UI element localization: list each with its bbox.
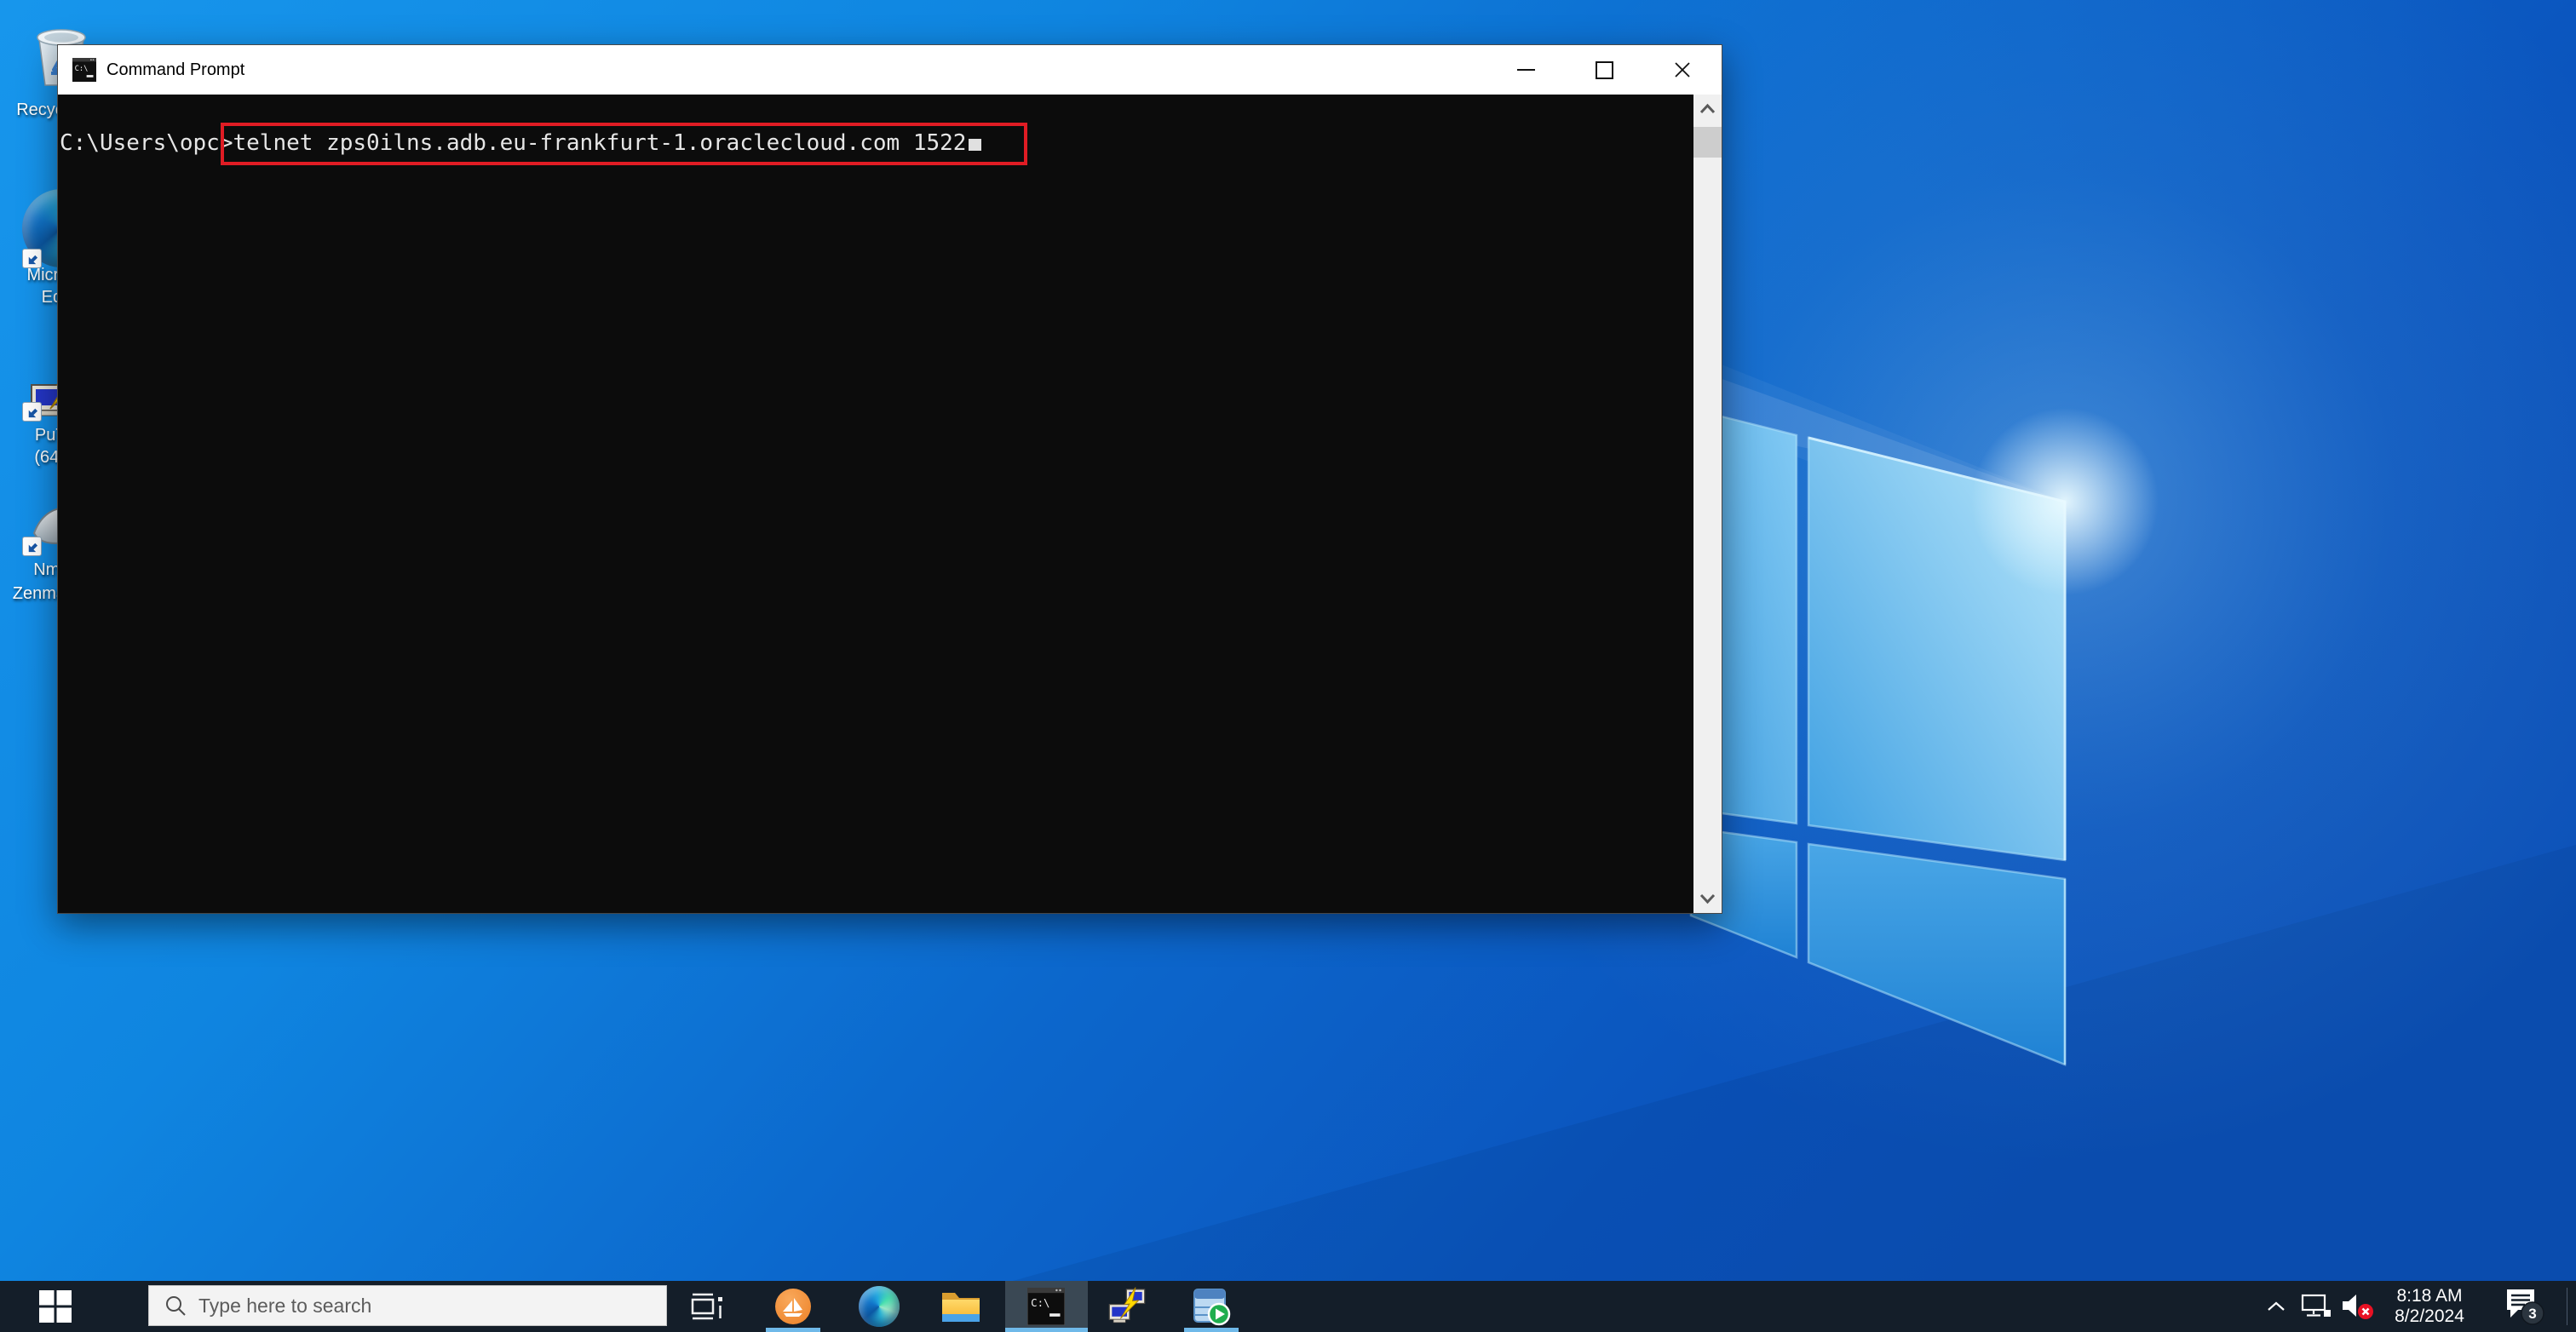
console-prompt: C:\Users\opc> bbox=[60, 130, 233, 156]
close-icon bbox=[1674, 61, 1691, 78]
scroll-down-icon[interactable] bbox=[1693, 884, 1722, 913]
scrollbar-thumb[interactable] bbox=[1693, 127, 1722, 158]
svg-text:C:\: C:\ bbox=[75, 65, 89, 73]
tray-date: 8/2/2024 bbox=[2395, 1306, 2464, 1327]
task-view-icon bbox=[690, 1290, 724, 1323]
tray-time: 8:18 AM bbox=[2396, 1286, 2462, 1306]
running-indicator bbox=[1184, 1328, 1239, 1332]
putty-icon bbox=[1107, 1287, 1147, 1326]
edge-taskbar-button[interactable] bbox=[857, 1281, 901, 1332]
taskbar-search-input[interactable]: Type here to search bbox=[148, 1285, 667, 1326]
scroll-up-icon[interactable] bbox=[1693, 95, 1722, 123]
task-view-button[interactable] bbox=[687, 1281, 727, 1332]
command-prompt-icon: C:\ bbox=[72, 58, 96, 82]
search-placeholder: Type here to search bbox=[198, 1295, 371, 1318]
shortcut-arrow-icon bbox=[22, 402, 42, 422]
volume-muted-icon bbox=[2341, 1292, 2375, 1321]
sql-database-button[interactable] bbox=[1189, 1281, 1233, 1332]
maximize-icon bbox=[1596, 61, 1613, 79]
file-explorer-icon bbox=[940, 1289, 981, 1324]
window-title: Command Prompt bbox=[106, 60, 244, 80]
start-button[interactable] bbox=[0, 1281, 111, 1332]
svg-text:3: 3 bbox=[2528, 1306, 2536, 1322]
action-center-button[interactable]: 3 bbox=[2498, 1281, 2550, 1332]
svg-text:C:\: C:\ bbox=[1031, 1297, 1049, 1309]
tray-expand-button[interactable] bbox=[2257, 1281, 2295, 1332]
orange-app-button[interactable] bbox=[771, 1281, 815, 1332]
active-app-indicator bbox=[1005, 1328, 1088, 1332]
windows-start-icon bbox=[39, 1290, 72, 1323]
window-titlebar[interactable]: C:\ Command Prompt bbox=[58, 45, 1722, 95]
sql-database-icon bbox=[1192, 1287, 1231, 1326]
close-button[interactable] bbox=[1643, 45, 1722, 95]
taskbar: Type here to search bbox=[0, 1281, 2576, 1332]
microsoft-edge-icon bbox=[859, 1286, 900, 1327]
orange-app-icon bbox=[773, 1287, 813, 1326]
clock-tray-button[interactable]: 8:18 AM 8/2/2024 bbox=[2383, 1281, 2475, 1332]
action-center-icon: 3 bbox=[2502, 1286, 2546, 1327]
shortcut-arrow-icon bbox=[22, 537, 42, 556]
search-icon bbox=[164, 1295, 187, 1317]
minimize-button[interactable] bbox=[1486, 45, 1565, 95]
network-tray-button[interactable] bbox=[2298, 1281, 2334, 1332]
ethernet-network-icon bbox=[2301, 1293, 2332, 1320]
maximize-button[interactable] bbox=[1565, 45, 1643, 95]
highlight-annotation-box bbox=[221, 123, 1027, 165]
file-explorer-button[interactable] bbox=[939, 1281, 983, 1332]
minimize-icon bbox=[1517, 69, 1535, 71]
chevron-up-icon bbox=[2265, 1300, 2287, 1313]
putty-taskbar-button[interactable] bbox=[1105, 1281, 1149, 1332]
volume-tray-button[interactable] bbox=[2339, 1281, 2377, 1332]
running-indicator bbox=[766, 1328, 820, 1332]
command-prompt-window: C:\ Command Prompt C:\Users\opc>telnet z… bbox=[57, 44, 1722, 914]
vertical-scrollbar[interactable] bbox=[1693, 95, 1722, 913]
command-prompt-taskbar-button[interactable]: C:\ bbox=[1005, 1281, 1088, 1332]
command-prompt-icon: C:\ bbox=[1027, 1288, 1065, 1325]
desktop: Recycle Bin Microsoft Edge PuTTY (64-bit… bbox=[0, 0, 2576, 1332]
console-output[interactable]: C:\Users\opc>telnet zps0ilns.adb.eu-fran… bbox=[58, 95, 1693, 913]
